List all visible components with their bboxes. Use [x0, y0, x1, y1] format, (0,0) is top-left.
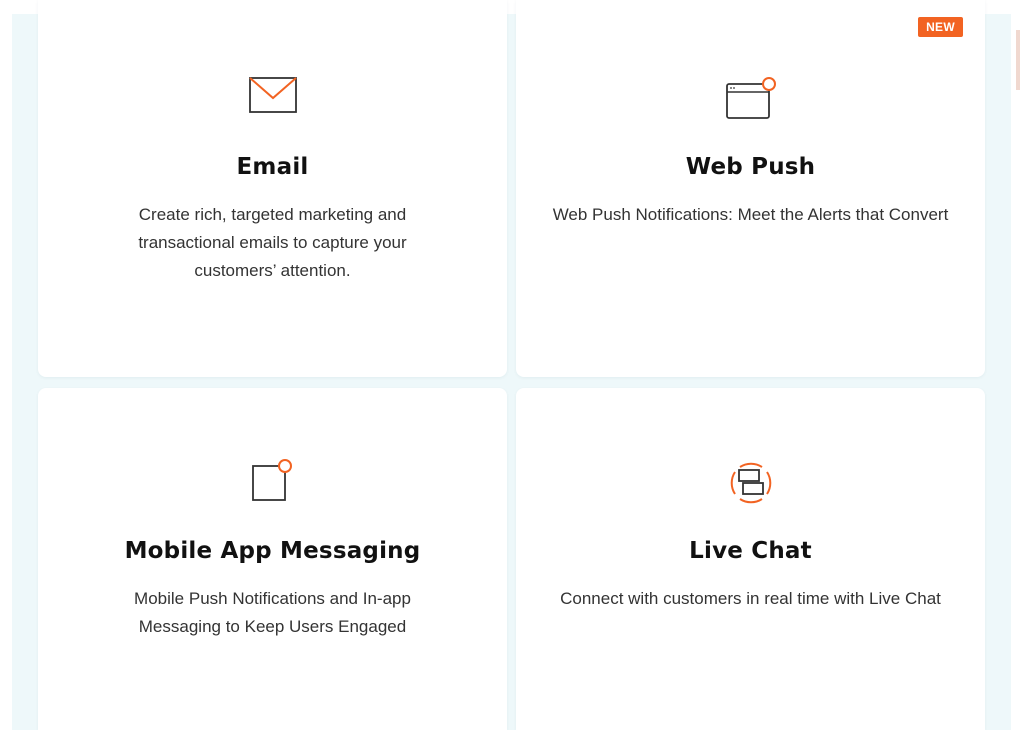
new-badge: NEW [918, 17, 963, 37]
feature-description: Connect with customers in real time with… [560, 589, 941, 608]
feature-title: Mobile App Messaging [124, 538, 421, 564]
chat-bubbles-icon [726, 458, 776, 513]
feature-card-web-push[interactable]: NEW Web Push Web Push Notifications: Mee… [516, 0, 985, 377]
feature-title: Email [236, 154, 309, 180]
feature-card-email[interactable]: Email Create rich, targeted marketing an… [38, 0, 507, 377]
app-notification-icon [250, 458, 296, 509]
feature-title: Live Chat [689, 538, 812, 564]
feature-description: Web Push Notifications: Meet the Alerts … [552, 205, 949, 224]
envelope-icon [248, 76, 298, 119]
feature-title: Web Push [685, 154, 816, 180]
feature-card-mobile-app-messaging[interactable]: Mobile App Messaging Mobile Push Notific… [38, 388, 507, 730]
feature-description: Mobile Push Notifications and In-app Mes… [134, 589, 411, 636]
scroll-edge [1016, 30, 1020, 90]
browser-notification-icon [725, 76, 777, 125]
feature-description: Create rich, targeted marketing and tran… [138, 205, 407, 280]
feature-card-live-chat[interactable]: Live Chat Connect with customers in real… [516, 388, 985, 730]
